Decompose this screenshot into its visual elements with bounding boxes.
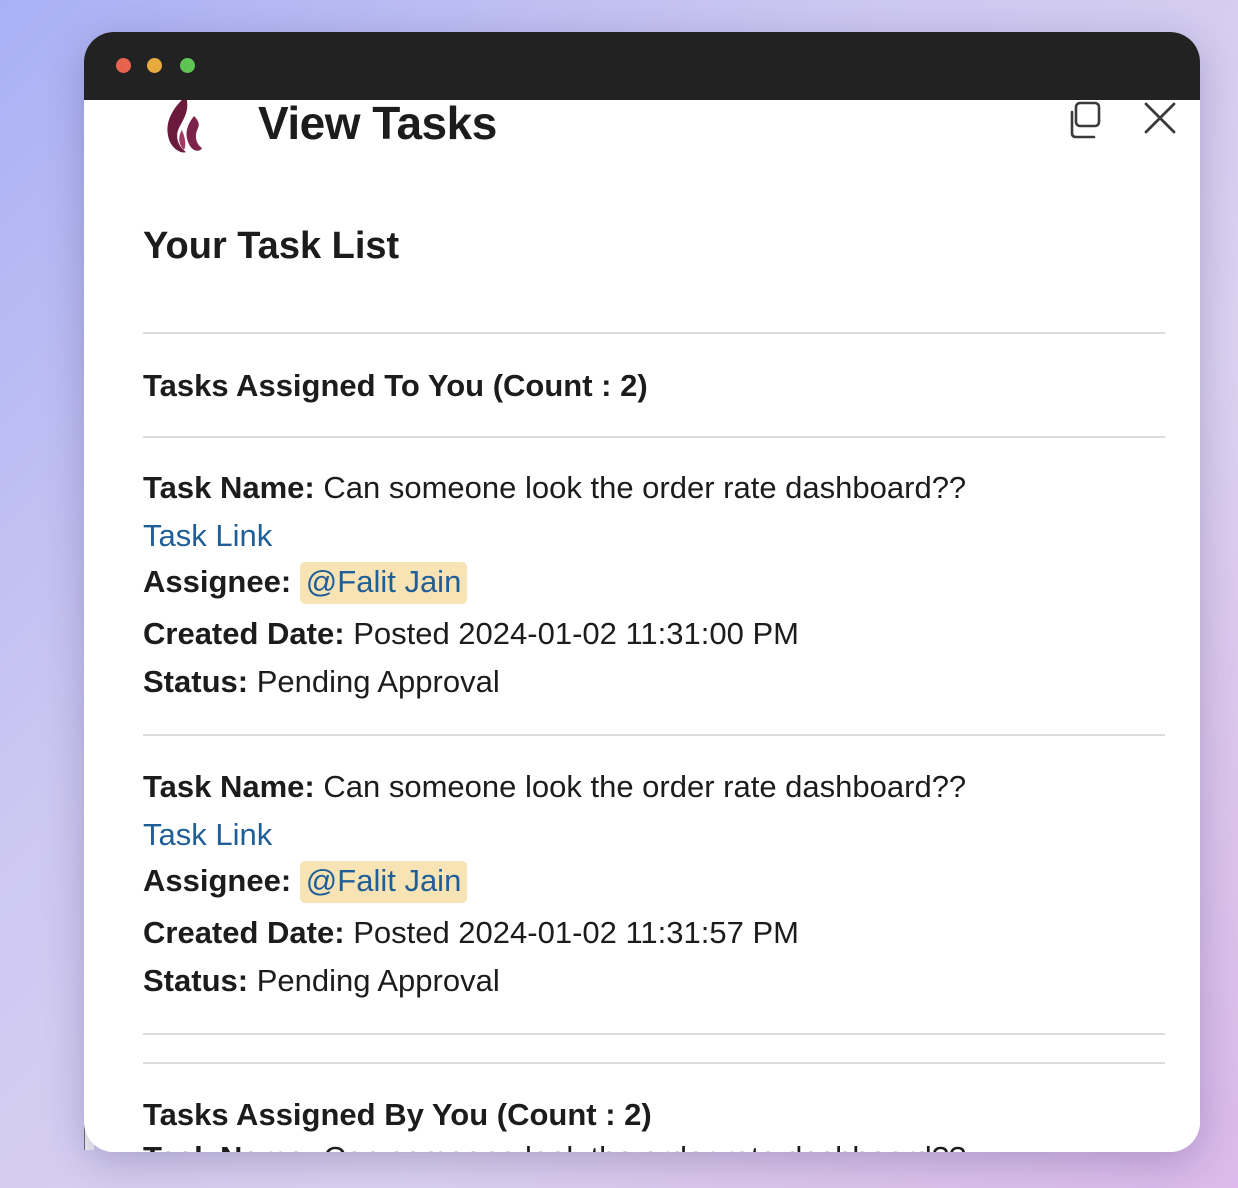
assignee-mention[interactable]: @Falit Jain: [299, 861, 468, 903]
status-value: Pending Approval: [256, 664, 500, 699]
task-name-value: Can someone look the order rate dashboar…: [323, 470, 967, 505]
divider: [143, 332, 1165, 334]
modal-title: View Tasks: [258, 100, 497, 149]
divider: [143, 1033, 1165, 1035]
assignee-label: Assignee:: [143, 863, 292, 898]
task-name-label: Task Name:: [143, 1140, 315, 1152]
task-link-row: Task Link: [143, 817, 272, 853]
status-value: Pending Approval: [256, 963, 500, 998]
task-name-row: Task Name: Can someone look the order ra…: [143, 470, 966, 506]
assigned-to-you-heading: Tasks Assigned To You (Count : 2): [143, 368, 648, 403]
task-link[interactable]: Task Link: [143, 518, 272, 553]
assigned-by-you-heading: Tasks Assigned By You (Count : 2): [143, 1097, 652, 1132]
modal-header: View Tasks: [90, 100, 1200, 160]
close-window-button[interactable]: [116, 58, 131, 73]
task-link[interactable]: Task Link: [143, 817, 272, 852]
task-name-row: Task Name: Can someone look the order ra…: [143, 1140, 966, 1152]
copy-icon[interactable]: [1064, 100, 1108, 144]
assignee-label: Assignee:: [143, 564, 292, 599]
view-tasks-modal: View Tasks Your Task List Tasks Assigned…: [90, 100, 1200, 1152]
created-date-label: Created Date:: [143, 616, 345, 651]
window-titlebar: [84, 32, 1200, 100]
assignee-mention[interactable]: @Falit Jain: [299, 562, 468, 604]
created-date-value: Posted 2024-01-02 11:31:00 PM: [353, 616, 799, 651]
minimize-window-button[interactable]: [147, 58, 162, 73]
created-date-label: Created Date:: [143, 915, 345, 950]
task-name-row: Task Name: Can someone look the order ra…: [143, 769, 966, 805]
status-label: Status:: [143, 664, 249, 699]
assignee-row: Assignee: @Falit Jain: [143, 861, 468, 903]
task-link-row: Task Link: [143, 518, 272, 554]
task-list-heading: Your Task List: [143, 225, 400, 267]
divider: [143, 436, 1165, 438]
divider: [143, 1062, 1165, 1064]
close-icon[interactable]: [1138, 100, 1182, 144]
created-date-row: Created Date: Posted 2024-01-02 11:31:00…: [143, 616, 799, 652]
divider: [143, 734, 1165, 736]
app-window: View Tasks Your Task List Tasks Assigned…: [84, 32, 1200, 1152]
created-date-row: Created Date: Posted 2024-01-02 11:31:57…: [143, 915, 799, 951]
task-name-value: Can someone look the order rate dashboar…: [323, 769, 967, 804]
task-name-value: Can someone look the order rate dashboar…: [323, 1140, 966, 1152]
zoom-window-button[interactable]: [180, 58, 195, 73]
status-row: Status: Pending Approval: [143, 963, 500, 999]
status-label: Status:: [143, 963, 249, 998]
created-date-value: Posted 2024-01-02 11:31:57 PM: [353, 915, 799, 950]
assignee-row: Assignee: @Falit Jain: [143, 562, 468, 604]
status-row: Status: Pending Approval: [143, 664, 500, 700]
task-name-label: Task Name:: [143, 769, 315, 804]
task-name-label: Task Name:: [143, 470, 315, 505]
flame-logo-icon: [167, 100, 202, 153]
